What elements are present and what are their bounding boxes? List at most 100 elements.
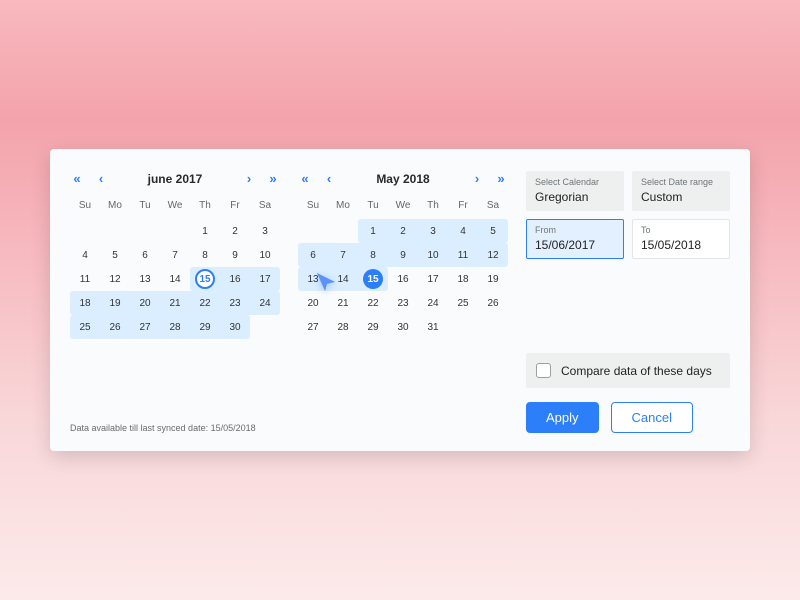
day-cell[interactable]: 30 <box>388 315 418 339</box>
day-cell[interactable]: 11 <box>70 267 100 291</box>
day-cell[interactable]: 18 <box>448 267 478 291</box>
to-value: 15/05/2018 <box>641 238 701 252</box>
day-cell[interactable]: 1 <box>190 219 220 243</box>
day-cell[interactable]: 16 <box>388 267 418 291</box>
select-range-dropdown[interactable]: Select Date range Custom <box>632 171 730 211</box>
day-cell-empty <box>160 219 190 243</box>
next-year-icon[interactable]: » <box>266 171 280 186</box>
day-cell[interactable]: 19 <box>100 291 130 315</box>
day-cell[interactable]: 1 <box>358 219 388 243</box>
day-cell[interactable]: 6 <box>130 243 160 267</box>
prev-year-icon[interactable]: « <box>70 171 84 186</box>
day-cell[interactable]: 26 <box>478 291 508 315</box>
day-cell[interactable]: 22 <box>190 291 220 315</box>
day-cell[interactable]: 16 <box>220 267 250 291</box>
weekday-label: Su <box>298 196 328 219</box>
day-cell[interactable]: 26 <box>100 315 130 339</box>
day-cell[interactable]: 2 <box>220 219 250 243</box>
weekday-label: Tu <box>358 196 388 219</box>
cancel-button[interactable]: Cancel <box>611 402 693 433</box>
calendar-left: « ‹ june 2017 › » SuMoTuWeThFrSa12345678… <box>70 171 280 433</box>
day-cell[interactable]: 29 <box>190 315 220 339</box>
day-cell[interactable]: 15 <box>190 267 220 291</box>
day-cell-empty <box>298 219 328 243</box>
apply-button[interactable]: Apply <box>526 402 599 433</box>
day-cell[interactable]: 17 <box>250 267 280 291</box>
day-cell[interactable]: 28 <box>328 315 358 339</box>
day-cell[interactable]: 7 <box>160 243 190 267</box>
day-cell[interactable]: 9 <box>388 243 418 267</box>
calendar-left-header: « ‹ june 2017 › » <box>70 171 280 186</box>
weekday-label: We <box>388 196 418 219</box>
day-cell[interactable]: 6 <box>298 243 328 267</box>
day-cell[interactable]: 27 <box>130 315 160 339</box>
day-cell[interactable]: 7 <box>328 243 358 267</box>
day-cell[interactable]: 30 <box>220 315 250 339</box>
day-cell[interactable]: 4 <box>448 219 478 243</box>
day-cell[interactable]: 2 <box>388 219 418 243</box>
day-cell-empty <box>130 219 160 243</box>
prev-month-icon[interactable]: ‹ <box>322 171 336 186</box>
day-cell[interactable]: 9 <box>220 243 250 267</box>
day-cell-empty <box>100 219 130 243</box>
day-cell-empty <box>70 219 100 243</box>
controls-column: Select Calendar Gregorian Select Date ra… <box>526 171 730 433</box>
compare-row: Compare data of these days <box>526 353 730 388</box>
day-cell[interactable]: 25 <box>448 291 478 315</box>
day-cell[interactable]: 25 <box>70 315 100 339</box>
day-cell[interactable]: 31 <box>418 315 448 339</box>
day-cell[interactable]: 10 <box>418 243 448 267</box>
day-cell[interactable]: 5 <box>100 243 130 267</box>
from-date-input[interactable]: From 15/06/2017 <box>526 219 624 259</box>
weekday-label: Sa <box>250 196 280 219</box>
day-cell[interactable]: 4 <box>70 243 100 267</box>
select-range-label: Select Date range <box>641 177 721 187</box>
prev-month-icon[interactable]: ‹ <box>94 171 108 186</box>
day-cell[interactable]: 23 <box>220 291 250 315</box>
day-cell[interactable]: 22 <box>358 291 388 315</box>
weekday-label: Mo <box>328 196 358 219</box>
day-cell[interactable]: 21 <box>160 291 190 315</box>
select-calendar-dropdown[interactable]: Select Calendar Gregorian <box>526 171 624 211</box>
from-label: From <box>535 225 615 235</box>
day-cell[interactable]: 20 <box>298 291 328 315</box>
prev-year-icon[interactable]: « <box>298 171 312 186</box>
day-cell[interactable]: 12 <box>100 267 130 291</box>
day-cell[interactable]: 14 <box>328 267 358 291</box>
day-cell[interactable]: 13 <box>298 267 328 291</box>
day-cell[interactable]: 11 <box>448 243 478 267</box>
calendar-left-title: june 2017 <box>118 172 232 186</box>
to-date-input[interactable]: To 15/05/2018 <box>632 219 730 259</box>
day-cell[interactable]: 17 <box>418 267 448 291</box>
day-cell[interactable]: 19 <box>478 267 508 291</box>
day-cell[interactable]: 20 <box>130 291 160 315</box>
day-cell[interactable]: 13 <box>130 267 160 291</box>
day-cell[interactable]: 3 <box>250 219 280 243</box>
day-cell[interactable]: 18 <box>70 291 100 315</box>
select-calendar-value: Gregorian <box>535 190 588 204</box>
select-calendar-label: Select Calendar <box>535 177 615 187</box>
weekday-label: Th <box>418 196 448 219</box>
next-month-icon[interactable]: › <box>470 171 484 186</box>
day-cell[interactable]: 14 <box>160 267 190 291</box>
day-cell[interactable]: 21 <box>328 291 358 315</box>
day-cell[interactable]: 12 <box>478 243 508 267</box>
day-cell[interactable]: 15 <box>358 267 388 291</box>
day-cell[interactable]: 27 <box>298 315 328 339</box>
weekday-label: Mo <box>100 196 130 219</box>
compare-checkbox[interactable] <box>536 363 551 378</box>
day-cell[interactable]: 24 <box>250 291 280 315</box>
from-value: 15/06/2017 <box>535 238 595 252</box>
day-cell[interactable]: 8 <box>190 243 220 267</box>
select-range-value: Custom <box>641 190 682 204</box>
day-cell[interactable]: 28 <box>160 315 190 339</box>
day-cell[interactable]: 5 <box>478 219 508 243</box>
day-cell[interactable]: 10 <box>250 243 280 267</box>
next-month-icon[interactable]: › <box>242 171 256 186</box>
day-cell[interactable]: 8 <box>358 243 388 267</box>
next-year-icon[interactable]: » <box>494 171 508 186</box>
day-cell[interactable]: 3 <box>418 219 448 243</box>
day-cell[interactable]: 29 <box>358 315 388 339</box>
day-cell[interactable]: 24 <box>418 291 448 315</box>
day-cell[interactable]: 23 <box>388 291 418 315</box>
